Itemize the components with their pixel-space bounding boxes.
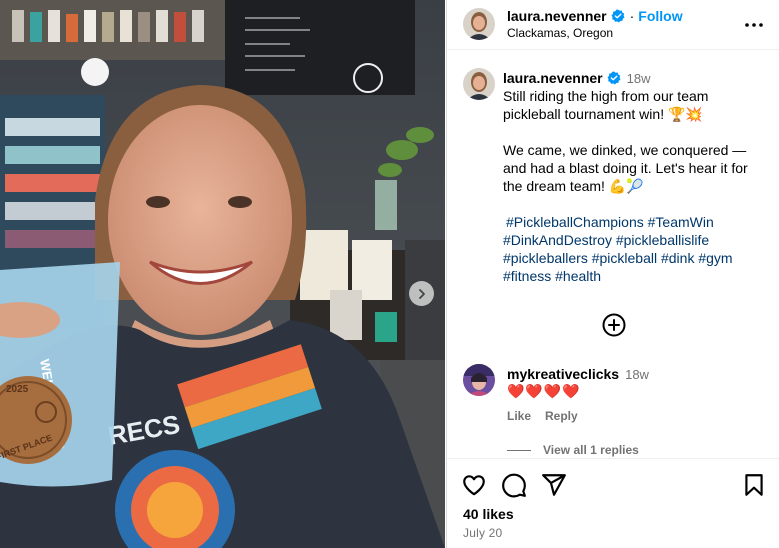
post-header: laura.nevenner · Follow Clackamas, Orego… <box>447 0 779 50</box>
caption-author-avatar[interactable] <box>463 68 495 100</box>
commenter-avatar[interactable] <box>463 364 495 396</box>
add-comment-icon <box>602 313 626 337</box>
chevron-right-icon <box>418 288 425 299</box>
post-actions-footer: 40 likes July 20 <box>447 458 779 548</box>
hashtag-link[interactable]: #pickleballers <box>503 250 588 266</box>
comment-like-button[interactable]: Like <box>507 409 531 423</box>
comment-timestamp[interactable]: 18w <box>625 367 649 382</box>
hashtag-link[interactable]: #dink <box>661 250 694 266</box>
post-date[interactable]: July 20 <box>463 526 502 540</box>
comment-actions: Like Reply <box>507 409 578 423</box>
hashtag-link[interactable]: #TeamWin <box>648 214 714 230</box>
hashtag-link[interactable]: #fitness <box>503 268 551 284</box>
author-avatar[interactable] <box>463 8 495 40</box>
hashtag-link[interactable]: #PickleballChampions <box>506 214 644 230</box>
comment-text: ❤️❤️❤️❤️ <box>507 383 581 399</box>
more-options-icon <box>745 23 763 27</box>
comment-icon <box>502 473 526 498</box>
follow-button[interactable]: Follow <box>638 8 682 24</box>
more-options-button[interactable] <box>744 15 764 35</box>
caption-text: Still riding the high from our team pick… <box>503 88 748 194</box>
caption-author-username[interactable]: laura.nevenner <box>503 70 603 86</box>
share-icon <box>542 474 566 496</box>
next-photo-button[interactable] <box>409 281 434 306</box>
post-side-panel: laura.nevenner · Follow Clackamas, Orego… <box>446 0 779 548</box>
verified-badge-icon <box>607 71 621 85</box>
share-button[interactable] <box>541 472 567 498</box>
hashtag-link[interactable]: #pickleballislife <box>616 232 709 248</box>
bookmark-icon <box>745 474 763 496</box>
hashtag-link[interactable]: #health <box>555 268 601 284</box>
verified-badge-icon <box>611 9 625 23</box>
post-photo[interactable]: RECS WELL PLAYED 2025 FIRST PLACE <box>0 0 445 548</box>
hashtag-link[interactable]: #gym <box>698 250 732 266</box>
medal-year: 2025 <box>6 384 29 395</box>
like-button[interactable] <box>461 472 487 498</box>
comments-scroll-area[interactable]: laura.nevenner 18w Still riding the high… <box>447 56 779 458</box>
commenter-username[interactable]: mykreativeclicks <box>507 366 619 382</box>
author-username[interactable]: laura.nevenner <box>507 8 607 24</box>
heart-icon <box>463 475 485 496</box>
post-location[interactable]: Clackamas, Oregon <box>507 26 613 40</box>
view-replies-button[interactable]: View all 1 replies <box>507 443 639 457</box>
caption-timestamp[interactable]: 18w <box>627 71 651 86</box>
separator-dot: · <box>629 8 635 24</box>
comment-reply-button[interactable]: Reply <box>545 409 578 423</box>
comment-button[interactable] <box>501 472 527 498</box>
post-photo-image: RECS WELL PLAYED 2025 FIRST PLACE <box>0 0 445 548</box>
like-count[interactable]: 40 likes <box>463 506 514 522</box>
hashtag-list: #PickleballChampions #TeamWin #DinkAndDe… <box>503 213 768 285</box>
hashtag-link[interactable]: #DinkAndDestroy <box>503 232 612 248</box>
load-more-comments-button[interactable] <box>602 313 626 337</box>
save-button[interactable] <box>741 472 767 498</box>
hashtag-link[interactable]: #pickleball <box>592 250 657 266</box>
